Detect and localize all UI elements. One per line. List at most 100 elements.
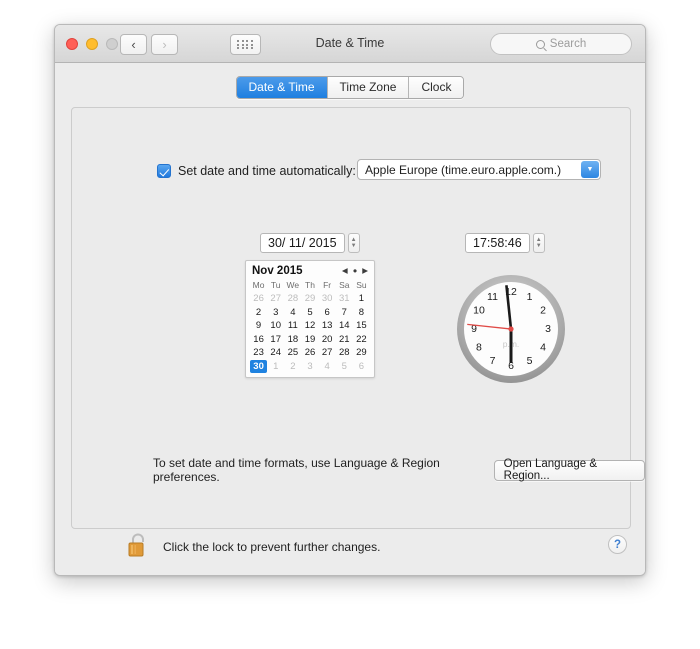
calendar-day[interactable]: 27 [267,292,284,306]
calendar-weekday: Sa [339,280,350,290]
calendar-weekday: Th [305,280,315,290]
set-automatically-checkbox[interactable] [157,164,171,178]
calendar-day[interactable]: 6 [353,360,370,374]
clock-numeral: 10 [473,305,485,317]
calendar-day[interactable]: 29 [353,346,370,360]
calendar-weekday: We [286,280,300,290]
search-icon [535,39,545,49]
calendar-day[interactable]: 17 [267,333,284,347]
calendar-weekday: Su [356,280,367,290]
window-content: Date & Time Time Zone Clock Set date and… [55,63,645,575]
calendar-weekday: Tu [270,280,281,290]
calendar-picker[interactable]: Nov 2015 ◀ ● ▶ Mo Tu We Th Fr Sa Su 26 27 28 29 30… [245,260,375,378]
time-input[interactable]: 17:58:46 [465,233,530,253]
date-time-preferences-window: ‹ › Date & Time Search Date & Time Time … [54,24,646,576]
calendar-day[interactable]: 26 [250,292,267,306]
tab-clock[interactable]: Clock [409,77,464,98]
calendar-day[interactable]: 5 [301,306,318,320]
clock-numeral: 8 [476,342,482,354]
time-server-popup[interactable]: Apple Europe (time.euro.apple.com.) ▼ [357,159,601,180]
calendar-day[interactable]: 29 [301,292,318,306]
calendar-day[interactable]: 27 [319,346,336,360]
calendar-day[interactable]: 22 [353,333,370,347]
calendar-day[interactable]: 21 [336,333,353,347]
calendar-day-selected[interactable]: 30 [250,359,268,373]
calendar-weekday: Fr [323,280,332,290]
calendar-day[interactable]: 15 [353,319,370,333]
calendar-day[interactable]: 23 [250,346,267,360]
today-dot-icon[interactable]: ● [353,267,358,275]
clock-face: 123456789101112 p.m. [457,275,565,383]
lock-row: Click the lock to prevent further change… [75,529,627,563]
next-month-icon[interactable]: ▶ [362,267,368,275]
clock-center-pin [508,326,514,332]
formats-description: To set date and time formats, use Langua… [153,456,440,484]
date-input[interactable]: 30/ 11/ 2015 [260,233,345,253]
clock-numeral: 1 [527,291,533,303]
calendar-day[interactable]: 3 [301,360,318,374]
calendar-day[interactable]: 18 [284,333,301,347]
analog-clock: 123456789101112 p.m. [453,271,569,387]
calendar-day[interactable]: 4 [319,360,336,374]
lock-open-icon[interactable] [127,532,149,560]
calendar-day[interactable]: 14 [336,319,353,333]
clock-numeral: 7 [490,355,496,367]
calendar-day[interactable]: 24 [267,346,284,360]
calendar-day[interactable]: 2 [250,306,267,320]
window-titlebar: ‹ › Date & Time Search [55,25,645,63]
tab-bar: Date & Time Time Zone Clock [55,76,645,99]
calendar-day[interactable]: 2 [284,360,301,374]
calendar-day[interactable]: 1 [267,360,284,374]
calendar-day[interactable]: 13 [319,319,336,333]
date-stepper[interactable]: ▲ ▼ [347,233,360,253]
tab-date-time[interactable]: Date & Time [236,77,328,98]
set-automatically-label: Set date and time automatically: [178,164,356,178]
calendar-weekday-header: Mo Tu We Th Fr Sa Su [250,280,370,292]
help-button[interactable]: ? [608,535,627,554]
calendar-day[interactable]: 30 [319,292,336,306]
calendar-day[interactable]: 20 [319,333,336,347]
date-field-group: 30/ 11/ 2015 ▲ ▼ [260,233,360,253]
calendar-day[interactable]: 11 [284,319,301,333]
calendar-day[interactable]: 25 [284,346,301,360]
calendar-day[interactable]: 12 [301,319,318,333]
calendar-day[interactable]: 31 [336,292,353,306]
formats-row: To set date and time formats, use Langua… [153,456,645,484]
calendar-day[interactable]: 10 [267,319,284,333]
time-server-value: Apple Europe (time.euro.apple.com.) [365,162,562,177]
previous-month-icon[interactable]: ◀ [342,267,348,275]
tab-time-zone[interactable]: Time Zone [327,77,410,98]
calendar-nav: ◀ ● ▶ [342,267,368,275]
calendar-header: Nov 2015 ◀ ● ▶ [250,264,370,280]
set-automatically-row: Set date and time automatically: [157,164,356,178]
calendar-day[interactable]: 3 [267,306,284,320]
calendar-day[interactable]: 8 [353,306,370,320]
lock-message: Click the lock to prevent further change… [163,540,381,554]
calendar-days-grid[interactable]: 26 27 28 29 30 31 1 2 3 4 5 6 7 8 9 10 11 12 13 14 15 16 17 18 1… [250,292,370,373]
calendar-weekday: Mo [252,280,265,290]
time-field-group: 17:58:46 ▲ ▼ [465,233,545,253]
search-placeholder: Search [549,38,587,50]
chevron-down-icon: ▼ [581,161,599,178]
screenshot-root: ‹ › Date & Time Search Date & Time Time … [0,0,700,649]
search-field[interactable]: Search [490,33,632,55]
calendar-month-label: Nov 2015 [252,265,303,277]
calendar-day[interactable]: 28 [284,292,301,306]
clock-numeral: 3 [545,323,551,335]
time-stepper[interactable]: ▲ ▼ [532,233,545,253]
clock-numeral: 11 [487,291,498,303]
calendar-day[interactable]: 6 [319,306,336,320]
calendar-day[interactable]: 5 [336,360,353,374]
clock-numeral: 5 [527,355,533,367]
clock-numeral: 2 [540,305,546,317]
calendar-day[interactable]: 28 [336,346,353,360]
calendar-day[interactable]: 1 [353,292,370,306]
clock-numeral: 4 [540,342,546,354]
calendar-day[interactable]: 4 [284,306,301,320]
calendar-day[interactable]: 7 [336,306,353,320]
calendar-day[interactable]: 19 [301,333,318,347]
calendar-day[interactable]: 16 [250,333,267,347]
open-language-region-button[interactable]: Open Language & Region... [493,458,645,482]
calendar-day[interactable]: 9 [250,319,267,333]
calendar-day[interactable]: 26 [301,346,318,360]
